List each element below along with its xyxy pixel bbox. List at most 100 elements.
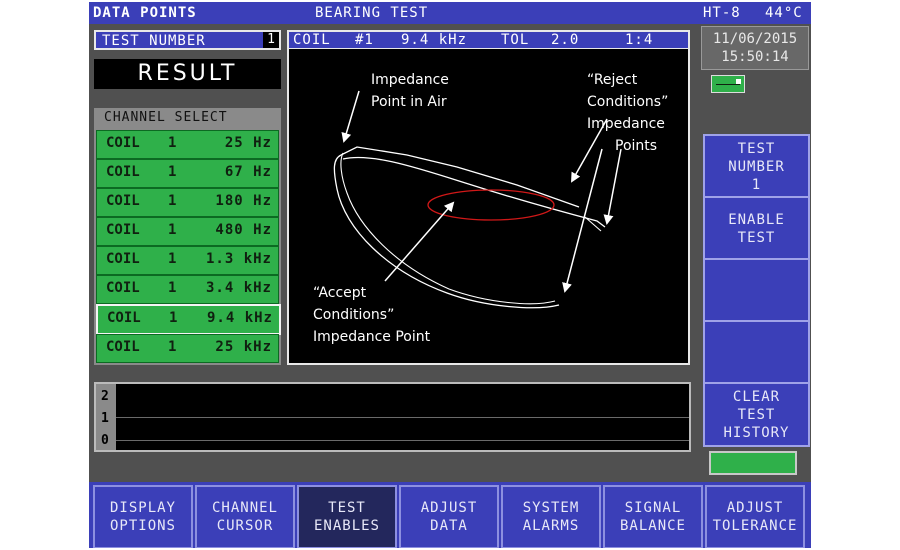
impedance-trace-top bbox=[340, 146, 580, 208]
test-number-value: 1 bbox=[263, 32, 279, 48]
impedance-trace-tail bbox=[584, 216, 602, 232]
channel-item-9-4khz-selected[interactable]: COIL 1 9.4 kHz bbox=[96, 304, 281, 335]
button-label-line: OPTIONS bbox=[109, 518, 176, 534]
button-label-line: SIGNAL bbox=[624, 500, 682, 516]
channel-coil-label: COIL bbox=[106, 193, 140, 209]
channel-item-25khz[interactable]: COIL 1 25 kHz bbox=[96, 334, 279, 363]
channel-coil-number: 1 bbox=[169, 310, 178, 326]
channel-coil-number: 1 bbox=[168, 164, 177, 180]
button-label-line: ALARMS bbox=[522, 518, 580, 534]
test-enables-button[interactable]: TEST ENABLES bbox=[297, 485, 397, 548]
tolerance-label: TOL bbox=[501, 32, 530, 48]
channel-frequency: 3.4 kHz bbox=[205, 280, 272, 296]
test-number-panel: TEST NUMBER 1 bbox=[94, 30, 281, 50]
accept-point-arrow bbox=[384, 201, 455, 282]
channel-coil-label: COIL bbox=[106, 222, 140, 238]
test-name: BEARING TEST bbox=[315, 5, 429, 21]
impedance-trace-inner bbox=[340, 152, 556, 305]
accept-label-line1: “Accept bbox=[313, 285, 367, 301]
history-tick: 1 bbox=[101, 411, 109, 426]
channel-coil-label: COIL bbox=[106, 251, 140, 267]
button-label-line: ADJUST bbox=[726, 500, 784, 516]
tolerance-value: 2.0 bbox=[551, 32, 580, 48]
time-readout: 15:50:14 bbox=[721, 49, 789, 65]
channel-item-480hz[interactable]: COIL 1 480 Hz bbox=[96, 217, 279, 246]
bottom-softkey-bar: DISPLAY OPTIONS CHANNEL CURSOR TEST ENAB… bbox=[89, 482, 811, 548]
date-readout: 11/06/2015 bbox=[712, 31, 798, 47]
accept-label-line2: Conditions” bbox=[313, 307, 394, 323]
channel-item-3-4khz[interactable]: COIL 1 3.4 kHz bbox=[96, 275, 279, 304]
adjust-tolerance-button[interactable]: ADJUST TOLERANCE bbox=[705, 485, 805, 548]
test-number-label: TEST NUMBER bbox=[102, 33, 206, 49]
accept-region-ellipse bbox=[427, 189, 555, 221]
temperature-readout: 44°C bbox=[765, 5, 803, 21]
plot-header: COIL #1 9.4 kHz TOL 2.0 1:4 bbox=[287, 30, 690, 50]
plot-scale: 1:4 bbox=[625, 32, 654, 48]
status-indicator bbox=[709, 451, 797, 475]
channel-coil-label: COIL bbox=[106, 280, 140, 296]
reject-arrow-3 bbox=[562, 148, 603, 293]
button-label-line: ENABLES bbox=[313, 518, 380, 534]
button-label-line: ADJUST bbox=[420, 500, 478, 516]
channel-coil-label: COIL bbox=[106, 164, 140, 180]
button-label-line: CHANNEL bbox=[211, 500, 278, 516]
button-label-line: TEST bbox=[328, 500, 366, 516]
button-label-line: TEST bbox=[737, 406, 776, 423]
impedance-trace-outer bbox=[333, 154, 560, 309]
button-label-line: HISTORY bbox=[723, 424, 790, 441]
accept-label-line3: Impedance Point bbox=[313, 329, 431, 345]
plot-coil-number: #1 bbox=[355, 32, 374, 48]
channel-frequency: 9.4 kHz bbox=[206, 310, 273, 326]
channel-frequency: 25 Hz bbox=[224, 135, 272, 151]
channel-coil-number: 1 bbox=[168, 251, 177, 267]
impedance-plot[interactable]: Impedance Point in Air “Reject Condition… bbox=[287, 49, 690, 365]
channel-frequency: 67 Hz bbox=[224, 164, 272, 180]
button-label-line: CURSOR bbox=[216, 518, 274, 534]
clear-test-history-button[interactable]: CLEAR TEST HISTORY bbox=[703, 382, 810, 447]
channel-coil-label: COIL bbox=[106, 135, 140, 151]
history-axis: 2 1 0 bbox=[96, 384, 116, 450]
impedance-trace-lower bbox=[342, 156, 606, 228]
button-label-line: TEST bbox=[737, 140, 776, 157]
reject-label-line4: Points bbox=[615, 138, 657, 154]
test-history-chart: 2 1 0 bbox=[94, 382, 691, 452]
channel-item-1-3khz[interactable]: COIL 1 1.3 kHz bbox=[96, 246, 279, 275]
signal-balance-button[interactable]: SIGNAL BALANCE bbox=[603, 485, 703, 548]
adjust-data-button[interactable]: ADJUST DATA bbox=[399, 485, 499, 548]
channel-frequency: 1.3 kHz bbox=[205, 251, 272, 267]
reject-label-line1: “Reject bbox=[587, 72, 638, 88]
button-label-line: DISPLAY bbox=[109, 500, 176, 516]
channel-coil-number: 1 bbox=[168, 280, 177, 296]
channel-cursor-button[interactable]: CHANNEL CURSOR bbox=[195, 485, 295, 548]
history-tick: 2 bbox=[101, 389, 109, 404]
blank-softkey-2[interactable] bbox=[703, 320, 810, 385]
channel-coil-label: COIL bbox=[107, 310, 141, 326]
enable-test-button[interactable]: ENABLE TEST bbox=[703, 196, 810, 261]
air-point-label-line2: Point in Air bbox=[371, 94, 447, 110]
display-options-button[interactable]: DISPLAY OPTIONS bbox=[93, 485, 193, 548]
channel-item-67hz[interactable]: COIL 1 67 Hz bbox=[96, 159, 279, 188]
history-gridline bbox=[116, 440, 689, 441]
button-label-line: ENABLE bbox=[728, 211, 785, 228]
plot-frequency: 9.4 kHz bbox=[401, 32, 468, 48]
impedance-plot-svg: Impedance Point in Air “Reject Condition… bbox=[313, 72, 668, 345]
channel-item-25hz[interactable]: COIL 1 25 Hz bbox=[96, 130, 279, 159]
air-point-label-line1: Impedance bbox=[371, 72, 449, 88]
title-bar: DATA POINTS BEARING TEST HT-8 44°C bbox=[89, 2, 811, 24]
button-label-line: TEST bbox=[737, 229, 776, 246]
reject-label-line3: Impedance bbox=[587, 116, 665, 132]
button-label-line: BALANCE bbox=[619, 518, 686, 534]
channel-coil-number: 1 bbox=[168, 222, 177, 238]
channel-frequency: 180 Hz bbox=[215, 193, 272, 209]
test-number-button[interactable]: TEST NUMBER 1 bbox=[703, 134, 810, 199]
history-gridline bbox=[116, 417, 689, 418]
channel-list: COIL 1 25 Hz COIL 1 67 Hz COIL 1 180 Hz … bbox=[94, 128, 281, 365]
channel-frequency: 480 Hz bbox=[215, 222, 272, 238]
screen-title: DATA POINTS bbox=[93, 5, 197, 21]
channel-coil-label: COIL bbox=[106, 339, 140, 355]
channel-item-180hz[interactable]: COIL 1 180 Hz bbox=[96, 188, 279, 217]
system-alarms-button[interactable]: SYSTEM ALARMS bbox=[501, 485, 601, 548]
result-display: RESULT bbox=[94, 59, 281, 89]
button-label-line: SYSTEM bbox=[522, 500, 580, 516]
blank-softkey-1[interactable] bbox=[703, 258, 810, 323]
